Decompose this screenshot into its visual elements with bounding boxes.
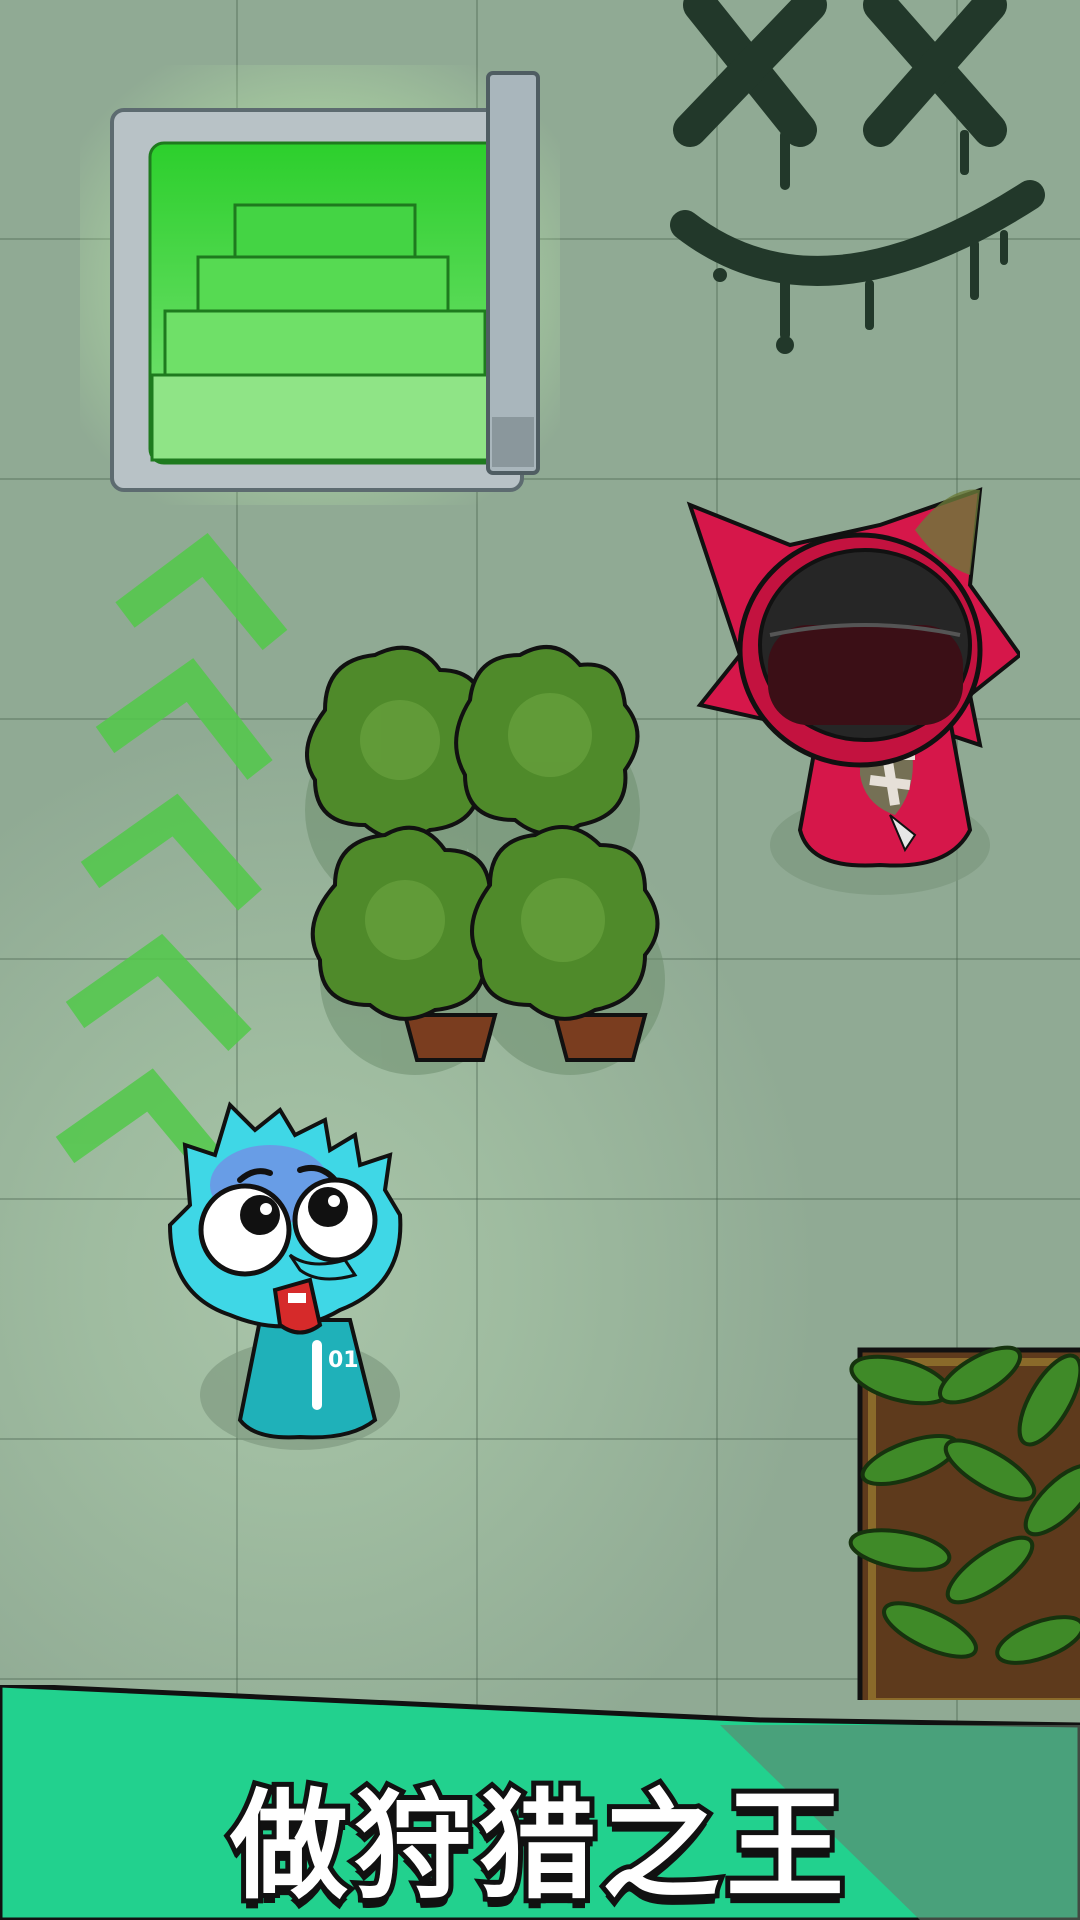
banner-title: 做狩猎之王 (225, 1772, 851, 1920)
bush-planters (305, 645, 665, 1075)
side-planter (848, 1345, 1080, 1700)
game-scene: 01 做狩猎之王 (0, 0, 1080, 1920)
player-number: 01 (328, 1348, 359, 1373)
player-character[interactable]: 01 (160, 1095, 420, 1455)
exit-door[interactable] (80, 55, 560, 505)
hunter-character (686, 487, 1020, 895)
xx-smiley-icon (670, 0, 1045, 354)
